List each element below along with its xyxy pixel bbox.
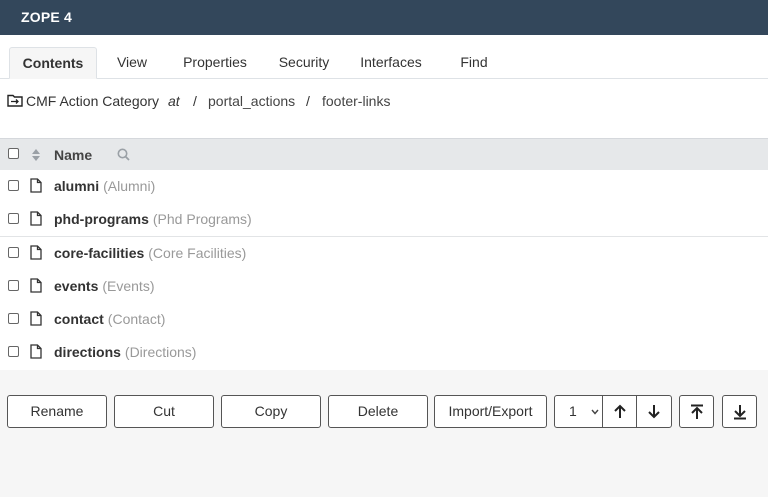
row-checkbox[interactable] [8,247,19,258]
breadcrumb-portal-actions[interactable]: portal_actions [208,93,295,109]
table-row[interactable]: core-facilities (Core Facilities) [0,237,768,271]
item-link[interactable]: phd-programs (Phd Programs) [54,211,252,227]
tab-find[interactable]: Find [446,47,502,79]
tab-interfaces[interactable]: Interfaces [350,47,432,79]
item-id[interactable]: directions [54,344,121,360]
table-row[interactable]: contact (Contact) [0,303,768,337]
item-link[interactable]: alumni (Alumni) [54,178,155,194]
document-icon [30,311,42,326]
arrow-down-icon [648,405,660,419]
item-title: (Alumni) [103,178,156,194]
top-bar: ZOPE 4 [0,0,768,35]
move-amount-select[interactable]: 1 [555,396,603,427]
table-row[interactable]: directions (Directions) [0,336,768,370]
tab-contents[interactable]: Contents [9,47,97,79]
tab-view[interactable]: View [100,47,164,79]
item-title: (Contact) [107,311,166,327]
tab-bar: Contents View Properties Security Interf… [0,35,768,79]
move-controls: 1 [554,395,672,428]
document-icon [30,245,42,260]
breadcrumb-separator: / [306,93,310,109]
item-id[interactable]: contact [54,311,104,327]
item-title: (Directions) [124,344,197,360]
document-icon [30,211,42,226]
copy-button[interactable]: Copy [221,395,321,428]
action-bar: Rename Cut Copy Delete Import/Export 1 [0,370,768,497]
meta-type-label: CMF Action Category [26,93,160,109]
import-export-button[interactable]: Import/Export [434,395,547,428]
item-title: (Core Facilities) [148,245,247,261]
row-checkbox[interactable] [8,213,19,224]
item-link[interactable]: directions (Directions) [54,344,196,360]
row-checkbox[interactable] [8,346,19,357]
sort-icon[interactable] [31,149,41,161]
table-row[interactable]: events (Events) [0,270,768,304]
move-to-top-button[interactable] [679,395,714,428]
row-checkbox[interactable] [8,280,19,291]
search-icon[interactable] [117,148,130,161]
tab-security[interactable]: Security [268,47,340,79]
document-icon [30,178,42,193]
document-icon [30,344,42,359]
item-id[interactable]: events [54,278,98,294]
folder-icon [7,94,23,107]
cut-button[interactable]: Cut [114,395,214,428]
select-all-checkbox[interactable] [8,148,19,159]
item-id[interactable]: phd-programs [54,211,149,227]
item-link[interactable]: core-facilities (Core Facilities) [54,245,246,261]
item-title: (Phd Programs) [152,211,252,227]
chevron-down-icon [591,409,599,415]
table-row[interactable]: phd-programs (Phd Programs) [0,203,768,237]
rename-button[interactable]: Rename [7,395,107,428]
item-id[interactable]: alumni [54,178,99,194]
document-icon [30,278,42,293]
table-row[interactable]: alumni (Alumni) [0,170,768,204]
item-id[interactable]: core-facilities [54,245,144,261]
arrow-up-icon [614,404,626,418]
item-link[interactable]: events (Events) [54,278,154,294]
move-up-button[interactable] [603,396,637,427]
arrow-to-bottom-icon [734,405,746,420]
delete-button[interactable]: Delete [328,395,428,428]
row-checkbox[interactable] [8,180,19,191]
breadcrumb: CMF Action Category at / portal_actions … [0,79,768,138]
breadcrumb-at: at [168,93,180,109]
item-title: (Events) [102,278,155,294]
column-name-header[interactable]: Name [54,147,92,163]
breadcrumb-footer-links[interactable]: footer-links [322,93,390,109]
breadcrumb-separator: / [193,93,197,109]
tab-properties[interactable]: Properties [170,47,260,79]
move-to-bottom-button[interactable] [722,395,757,428]
item-link[interactable]: contact (Contact) [54,311,165,327]
move-amount-value: 1 [569,403,577,419]
row-checkbox[interactable] [8,313,19,324]
move-down-button[interactable] [637,396,671,427]
brand-logo[interactable]: ZOPE 4 [21,9,72,25]
arrow-to-top-icon [691,404,703,419]
table-header: Name [0,138,768,171]
